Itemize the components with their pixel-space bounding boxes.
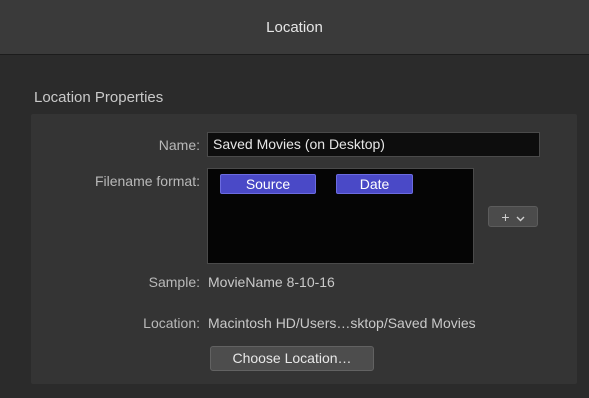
name-label: Name:: [158, 137, 200, 153]
name-field[interactable]: Saved Movies (on Desktop): [207, 132, 540, 157]
location-value: Macintosh HD/Users…sktop/Saved Movies: [208, 315, 476, 331]
add-token-button[interactable]: +: [488, 206, 538, 227]
filename-format-field[interactable]: Source Date: [207, 168, 474, 264]
choose-location-button[interactable]: Choose Location…: [210, 346, 374, 371]
location-label: Location:: [143, 315, 200, 331]
token-source[interactable]: Source: [220, 174, 316, 194]
chevron-down-icon: [516, 209, 525, 225]
sample-label: Sample:: [148, 274, 200, 290]
token-date[interactable]: Date: [336, 174, 413, 194]
window-title: Location: [266, 18, 323, 36]
plus-icon: +: [501, 208, 510, 225]
filename-format-label: Filename format:: [94, 173, 200, 189]
title-bar: Location: [0, 0, 589, 55]
location-window: Location Location Properties Name: Saved…: [0, 0, 589, 398]
sample-value: MovieName 8-10-16: [208, 274, 335, 290]
section-title: Location Properties: [34, 89, 164, 106]
